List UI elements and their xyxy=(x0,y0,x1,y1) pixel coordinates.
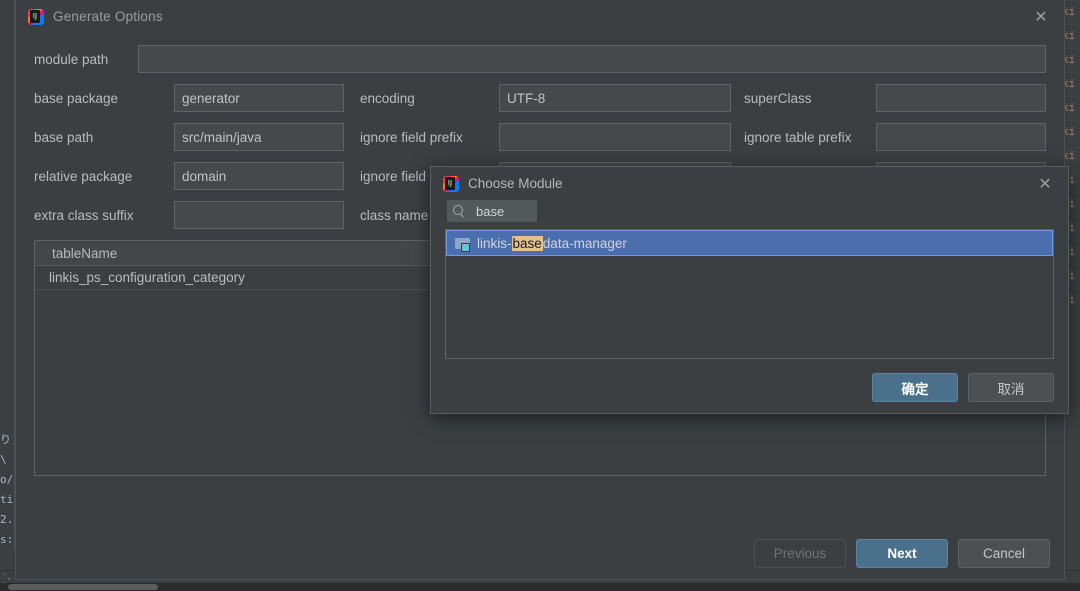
ignore-field-prefix-label: ignore field prefix xyxy=(360,129,463,145)
previous-button[interactable]: Previous xyxy=(754,539,846,568)
extra-class-suffix-input[interactable] xyxy=(174,201,344,229)
form-row-base-path: base path ignore field prefix ignore tab… xyxy=(34,123,1046,151)
module-name-match: base xyxy=(511,235,543,251)
module-list[interactable]: linkis-basedata-manager xyxy=(445,229,1054,359)
horizontal-scrollbar[interactable] xyxy=(0,583,1080,591)
relative-package-label: relative package xyxy=(34,168,133,184)
search-icon xyxy=(453,204,466,218)
super-class-input[interactable] xyxy=(876,84,1046,112)
ignore-field-prefix-input[interactable] xyxy=(499,123,731,151)
table-cell-tablename: linkis_ps_configuration_category xyxy=(49,270,245,285)
module-path-input[interactable] xyxy=(138,45,1046,73)
next-button[interactable]: Next xyxy=(856,539,948,568)
module-path-label: module path xyxy=(34,51,109,67)
speed-search-popup[interactable]: base xyxy=(447,200,537,222)
form-row-base-package: base package encoding superClass xyxy=(34,84,1046,112)
extra-class-suffix-label: extra class suffix xyxy=(34,207,134,223)
encoding-label: encoding xyxy=(360,90,415,106)
horizontal-scrollbar-thumb[interactable] xyxy=(8,584,158,590)
form-row-module-path: module path xyxy=(34,45,1046,73)
base-package-label: base package xyxy=(34,90,119,106)
cancel-button[interactable]: Cancel xyxy=(958,539,1050,568)
base-path-input[interactable] xyxy=(174,123,344,151)
column-header-tablename[interactable]: tableName xyxy=(35,246,117,261)
intellij-idea-icon xyxy=(28,8,44,25)
intellij-idea-icon xyxy=(443,175,459,192)
module-folder-icon xyxy=(455,237,470,252)
base-package-input[interactable] xyxy=(174,84,344,112)
choose-module-footer: 确定 取消 xyxy=(872,373,1054,402)
generate-options-titlebar[interactable]: Generate Options ✕ xyxy=(16,0,1064,33)
module-name-prefix: linkis- xyxy=(477,235,512,251)
generate-options-title: Generate Options xyxy=(53,9,163,24)
relative-package-input[interactable] xyxy=(174,162,344,190)
module-list-item[interactable]: linkis-basedata-manager xyxy=(446,230,1053,256)
choose-module-dialog: Choose Module ✕ e Module base linkis-bas… xyxy=(430,166,1069,414)
generate-options-footer: Previous Next Cancel xyxy=(754,539,1050,568)
ignore-table-prefix-input[interactable] xyxy=(876,123,1046,151)
module-name-suffix: data-manager xyxy=(542,235,627,251)
speed-search-input[interactable]: base xyxy=(476,204,504,219)
super-class-label: superClass xyxy=(744,90,812,106)
choose-module-title: Choose Module xyxy=(468,176,563,191)
ignore-table-prefix-label: ignore table prefix xyxy=(744,129,852,145)
base-path-label: base path xyxy=(34,129,94,145)
close-icon[interactable]: ✕ xyxy=(1036,174,1054,193)
encoding-input[interactable] xyxy=(499,84,731,112)
close-icon[interactable]: ✕ xyxy=(1032,7,1050,26)
cancel-button[interactable]: 取消 xyxy=(968,373,1054,402)
ok-button[interactable]: 确定 xyxy=(872,373,958,402)
module-list-item-label: linkis-basedata-manager xyxy=(477,235,627,251)
choose-module-titlebar[interactable]: Choose Module ✕ xyxy=(431,167,1068,200)
